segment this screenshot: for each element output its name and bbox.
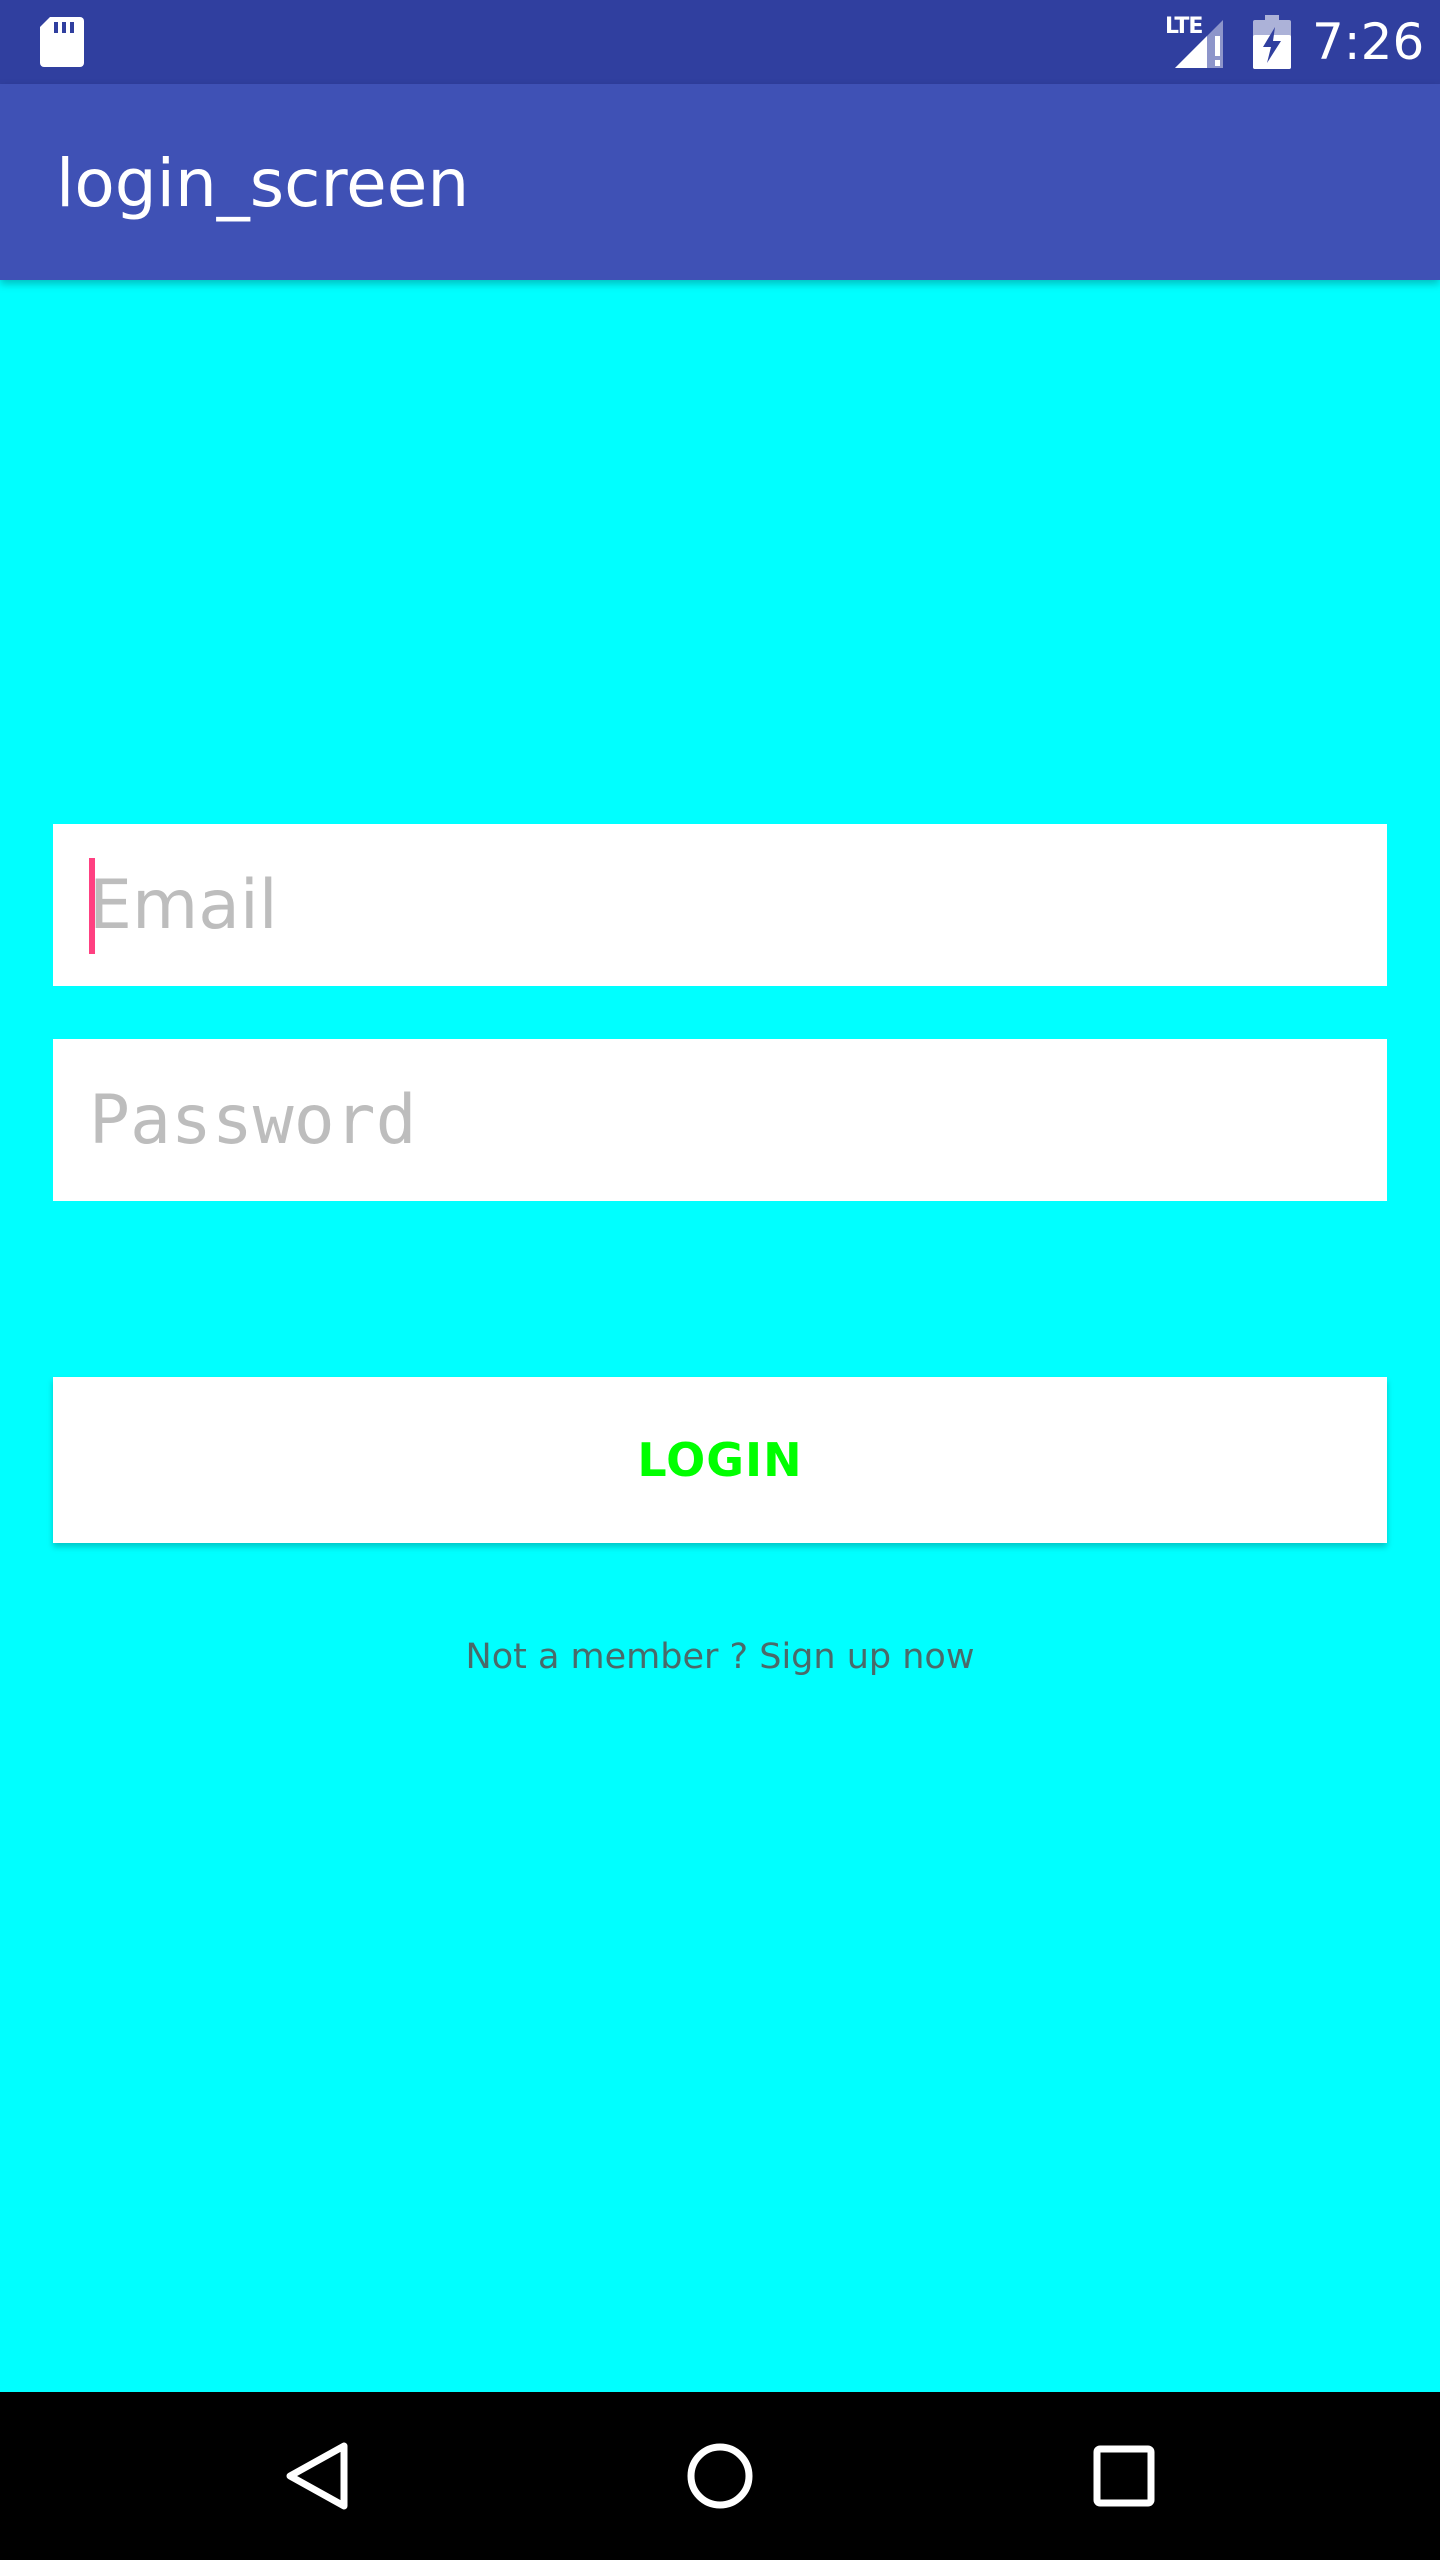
back-button[interactable] [272,2432,360,2520]
login-button[interactable]: LOGIN [53,1377,1387,1543]
password-field[interactable] [53,1039,1387,1201]
app-title: login_screen [56,145,470,222]
battery-charging-icon [1253,15,1291,69]
recent-apps-button[interactable] [1080,2432,1168,2520]
clock: 7:26 [1312,13,1425,71]
home-button[interactable] [676,2432,764,2520]
home-icon [687,2443,753,2509]
sd-card-icon [40,17,84,67]
password-input[interactable] [53,1039,1387,1201]
status-bar: LTE 7:26 [0,0,1440,84]
signup-link-row: Not a member ? Sign up now [0,1632,1440,1682]
login-button-label: LOGIN [637,1433,803,1487]
email-input[interactable] [53,824,1387,986]
navigation-bar [0,2392,1440,2560]
email-field[interactable] [53,824,1387,986]
app-bar: login_screen [0,84,1440,280]
login-screen: LTE 7:26 login_screen LOGIN Not a member… [0,0,1440,2560]
recent-apps-icon [1093,2445,1155,2507]
text-cursor [89,858,95,954]
signal-icon [1175,20,1223,68]
signup-link[interactable]: Not a member ? Sign up now [466,1637,975,1677]
back-icon [286,2442,348,2510]
